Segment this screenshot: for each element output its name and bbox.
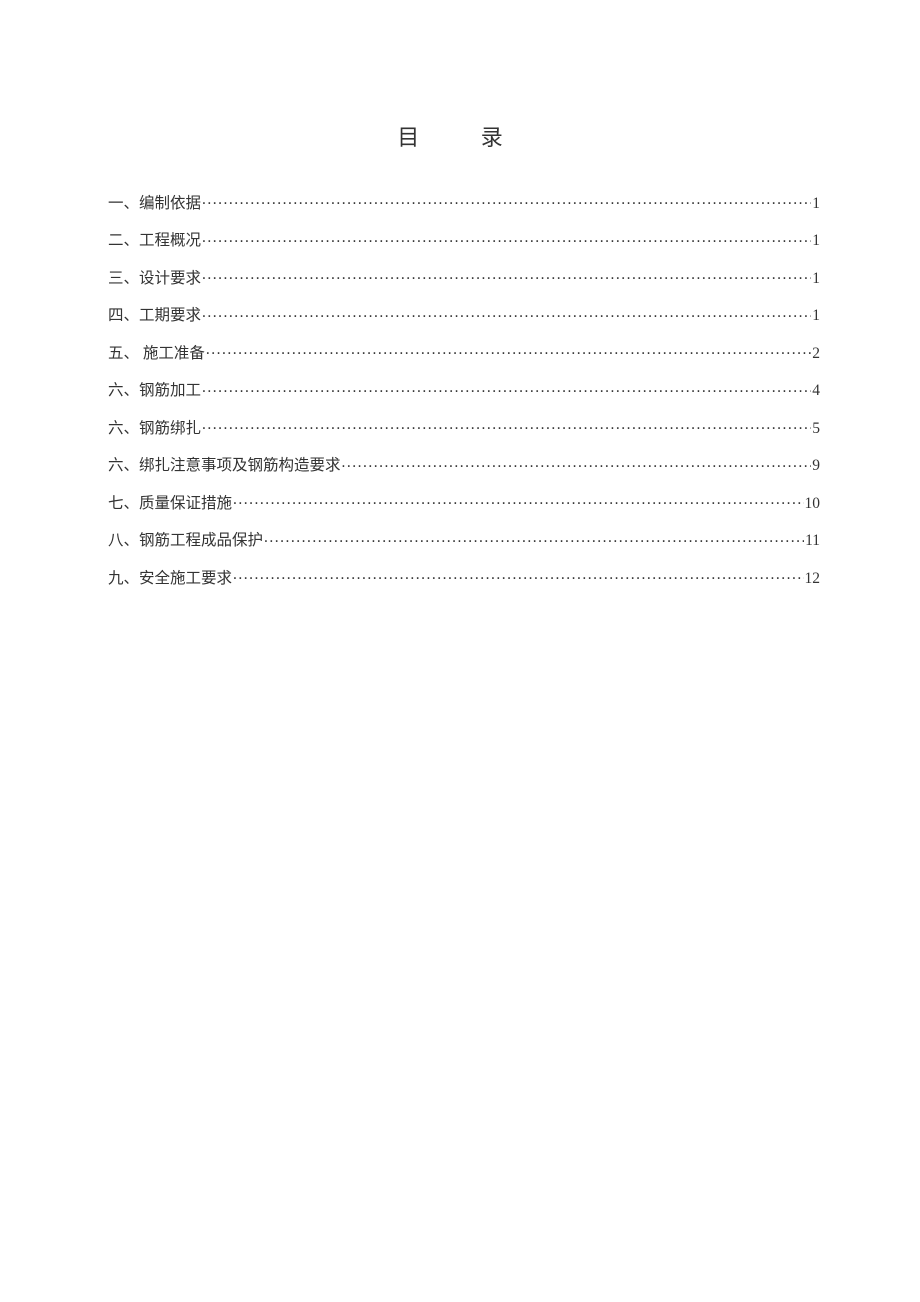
toc-leader-dots [202, 230, 811, 246]
toc-leader-dots [202, 380, 811, 396]
toc-page-number: 11 [805, 533, 820, 549]
toc-page-number: 4 [812, 383, 820, 399]
toc-entry: 五、 施工准备 2 [108, 342, 820, 361]
toc-entry: 六、钢筋绑扎 5 [108, 417, 820, 436]
toc-entry: 七、质量保证措施 10 [108, 492, 820, 511]
toc-leader-dots [202, 305, 811, 321]
toc-page-number: 2 [812, 346, 820, 362]
toc-label: 一、编制依据 [108, 196, 201, 212]
toc-page-number: 1 [812, 308, 820, 324]
toc-label: 九、安全施工要求 [108, 571, 232, 587]
toc-entry: 六、绑扎注意事项及钢筋构造要求 9 [108, 455, 820, 474]
toc-leader-dots [202, 192, 811, 208]
toc-label: 三、设计要求 [108, 271, 201, 287]
toc-label: 六、绑扎注意事项及钢筋构造要求 [108, 458, 341, 474]
toc-label: 七、质量保证措施 [108, 496, 232, 512]
toc-leader-dots [233, 492, 803, 508]
toc-label: 六、钢筋绑扎 [108, 421, 201, 437]
toc-leader-dots [264, 530, 804, 546]
toc-page-number: 9 [812, 458, 820, 474]
toc-entry: 三、设计要求 1 [108, 267, 820, 286]
toc-label: 四、工期要求 [108, 308, 201, 324]
toc-leader-dots [233, 567, 803, 583]
page-content: 目 录 一、编制依据 1 二、工程概况 1 三、设计要求 1 四、工期要求 1 … [0, 0, 920, 586]
toc-label: 二、工程概况 [108, 233, 201, 249]
toc-label: 五、 施工准备 [108, 346, 205, 362]
toc-label: 六、钢筋加工 [108, 383, 201, 399]
toc-label: 八、钢筋工程成品保护 [108, 533, 263, 549]
toc-entry: 四、工期要求 1 [108, 305, 820, 324]
toc-page-number: 5 [812, 421, 820, 437]
toc-list: 一、编制依据 1 二、工程概况 1 三、设计要求 1 四、工期要求 1 五、 施… [108, 192, 820, 586]
toc-page-number: 1 [812, 233, 820, 249]
toc-entry: 九、安全施工要求 12 [108, 567, 820, 586]
toc-page-number: 12 [805, 571, 821, 587]
toc-entry: 八、钢筋工程成品保护 11 [108, 530, 820, 549]
toc-leader-dots [202, 417, 811, 433]
toc-title: 目 录 [108, 120, 820, 152]
toc-entry: 二、工程概况 1 [108, 230, 820, 249]
toc-leader-dots [342, 455, 812, 471]
toc-page-number: 1 [812, 196, 820, 212]
toc-page-number: 10 [805, 496, 821, 512]
toc-entry: 一、编制依据 1 [108, 192, 820, 211]
toc-leader-dots [206, 342, 811, 358]
toc-leader-dots [202, 267, 811, 283]
toc-page-number: 1 [812, 271, 820, 287]
toc-entry: 六、钢筋加工 4 [108, 380, 820, 399]
